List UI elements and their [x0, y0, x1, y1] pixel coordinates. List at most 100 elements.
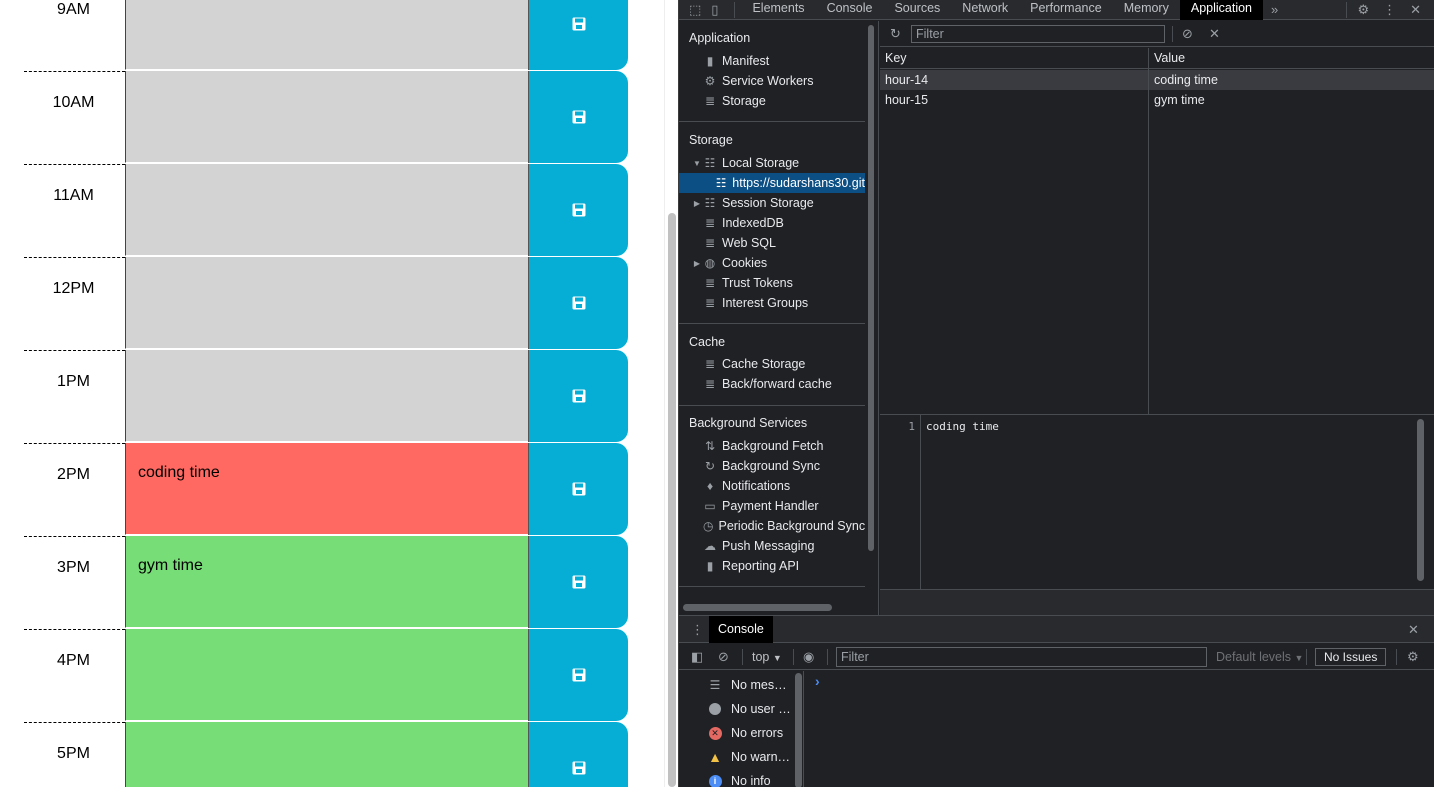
event-description-textarea[interactable]	[125, 71, 528, 163]
hour-label: 11AM	[24, 164, 125, 257]
sidebar-item-back-forward-cache[interactable]: ≣ Back/forward cache	[679, 374, 865, 394]
preview-scrollbar[interactable]	[1417, 419, 1424, 581]
sidebar-item-manifest[interactable]: ▮ Manifest	[679, 51, 865, 71]
sidebar-item-payment-handler[interactable]: ▭ Payment Handler	[679, 496, 865, 516]
tab-sources[interactable]: Sources	[883, 0, 951, 20]
sidebar-item-web-sql[interactable]: ≣ Web SQL	[679, 233, 865, 253]
save-button[interactable]	[528, 536, 628, 628]
drawer-menu-icon[interactable]: ⋮	[691, 623, 704, 637]
save-button[interactable]	[528, 443, 628, 535]
column-header-key[interactable]: Key	[880, 48, 1148, 69]
save-button[interactable]	[528, 0, 628, 70]
document-icon: ▮	[706, 54, 714, 68]
save-floppy-icon	[572, 17, 586, 31]
table-cell-key[interactable]: hour-14	[880, 70, 1148, 90]
storage-filter-input[interactable]: Filter	[911, 25, 1165, 43]
sidebar-item-service-workers[interactable]: ⚙ Service Workers	[679, 71, 865, 91]
issues-button[interactable]: No Issues	[1315, 648, 1387, 666]
event-description-textarea[interactable]	[125, 164, 528, 256]
sidebar-item-reporting-api[interactable]: ▮ Reporting API	[679, 556, 865, 576]
close-drawer-icon[interactable]: ✕	[1408, 623, 1419, 637]
save-button[interactable]	[528, 257, 628, 349]
sidebar-item-storage[interactable]: ≣ Storage	[679, 91, 865, 111]
sidebar-item-indexeddb[interactable]: ≣ IndexedDB	[679, 213, 865, 233]
value-preview-text[interactable]: coding time	[926, 420, 999, 433]
delete-selected-icon[interactable]: ✕	[1209, 27, 1220, 41]
drawer-tab-console[interactable]: Console	[709, 616, 773, 643]
save-floppy-icon	[572, 761, 586, 775]
device-toolbar-icon[interactable]: ▯	[711, 2, 718, 17]
sidebar-toggle-icon[interactable]: ◧	[691, 650, 703, 664]
table-cell-value[interactable]: coding time	[1149, 70, 1434, 90]
more-options-icon[interactable]: ⋮	[1383, 2, 1396, 17]
save-button[interactable]	[528, 350, 628, 442]
collapsed-arrow-icon[interactable]: ▶	[692, 199, 702, 208]
console-filter-input[interactable]: Filter	[836, 647, 1207, 667]
line-number-gutter: 1	[880, 415, 921, 590]
console-filter-user-messages[interactable]: No user …	[679, 697, 792, 721]
refresh-icon[interactable]: ↻	[890, 27, 901, 41]
event-description-textarea[interactable]	[125, 257, 528, 349]
database-icon: ≣	[704, 236, 716, 250]
time-block-row: 9AM	[0, 0, 628, 71]
sidebar-item-background-fetch[interactable]: ⇅ Background Fetch	[679, 436, 865, 456]
sidebar-item-interest-groups[interactable]: ≣ Interest Groups	[679, 293, 865, 313]
sidebar-item-session-storage[interactable]: ▶ ☷ Session Storage	[679, 193, 865, 213]
gear-icon: ⚙	[704, 74, 716, 88]
grid-icon: ☷	[715, 176, 727, 190]
console-settings-gear-icon[interactable]: ⚙	[1407, 650, 1419, 664]
event-description-textarea[interactable]: coding time	[125, 443, 528, 535]
sidebar-horizontal-scrollbar[interactable]	[683, 604, 832, 611]
eye-icon[interactable]: ◉	[803, 650, 814, 664]
column-header-value[interactable]: Value	[1149, 48, 1434, 69]
sidebar-item-trust-tokens[interactable]: ≣ Trust Tokens	[679, 273, 865, 293]
sidebar-item-push-messaging[interactable]: ☁ Push Messaging	[679, 536, 865, 556]
console-sidebar-scrollbar[interactable]	[795, 673, 802, 787]
sidebar-item-periodic-background-sync[interactable]: ◷ Periodic Background Sync	[679, 516, 865, 536]
tab-console[interactable]: Console	[816, 0, 884, 20]
settings-gear-icon[interactable]: ⚙	[1357, 2, 1369, 17]
event-description-textarea[interactable]: gym time	[125, 536, 528, 628]
expanded-arrow-icon[interactable]: ▼	[692, 159, 702, 168]
clear-all-icon[interactable]: ⊘	[1182, 27, 1193, 41]
sidebar-item-notifications[interactable]: ♦ Notifications	[679, 476, 865, 496]
sidebar-item-local-storage-origin[interactable]: ☷ https://sudarshans30.git	[679, 173, 865, 193]
save-button[interactable]	[528, 71, 628, 163]
event-description-textarea[interactable]	[125, 0, 528, 70]
event-description-textarea[interactable]	[125, 629, 528, 721]
inspect-element-icon[interactable]: ⬚	[689, 2, 701, 17]
event-description-textarea[interactable]	[125, 350, 528, 442]
sidebar-item-cookies[interactable]: ▶ ◍ Cookies	[679, 253, 865, 273]
tab-memory[interactable]: Memory	[1113, 0, 1180, 20]
page-scrollbar-thumb[interactable]	[668, 213, 676, 787]
sidebar-scrollbar[interactable]	[868, 25, 874, 551]
save-button[interactable]	[528, 722, 628, 787]
tab-elements[interactable]: Elements	[741, 0, 815, 20]
sidebar-item-local-storage[interactable]: ▼ ☷ Local Storage	[679, 153, 865, 173]
console-filter-errors[interactable]: ✕ No errors	[679, 721, 792, 745]
console-prompt-icon[interactable]: ›	[815, 673, 820, 689]
more-tabs-icon[interactable]: »	[1271, 2, 1278, 17]
table-cell-key[interactable]: hour-15	[880, 90, 1148, 110]
user-icon	[707, 702, 723, 716]
console-filter-messages[interactable]: ☰ No mes…	[679, 673, 792, 697]
sidebar-item-background-sync[interactable]: ↻ Background Sync	[679, 456, 865, 476]
table-cell-value[interactable]: gym time	[1149, 90, 1434, 110]
context-selector[interactable]: top ▼	[752, 650, 782, 664]
grid-icon: ☷	[704, 156, 716, 170]
collapsed-arrow-icon[interactable]: ▶	[692, 259, 702, 268]
log-levels-dropdown[interactable]: Default levels ▼	[1216, 650, 1303, 664]
clear-console-icon[interactable]: ⊘	[718, 650, 729, 664]
console-filter-warnings[interactable]: ▲ No warn…	[679, 745, 792, 769]
sidebar-item-cache-storage[interactable]: ≣ Cache Storage	[679, 354, 865, 374]
tab-network[interactable]: Network	[951, 0, 1019, 20]
section-divider	[679, 586, 865, 587]
save-button[interactable]	[528, 629, 628, 721]
save-button[interactable]	[528, 164, 628, 256]
console-filter-info[interactable]: i No info	[679, 769, 792, 787]
close-devtools-icon[interactable]: ✕	[1410, 2, 1421, 17]
time-block-row: 4PM	[0, 629, 628, 722]
event-description-textarea[interactable]	[125, 722, 528, 787]
tab-performance[interactable]: Performance	[1019, 0, 1113, 20]
tab-application[interactable]: Application	[1179, 0, 1264, 20]
